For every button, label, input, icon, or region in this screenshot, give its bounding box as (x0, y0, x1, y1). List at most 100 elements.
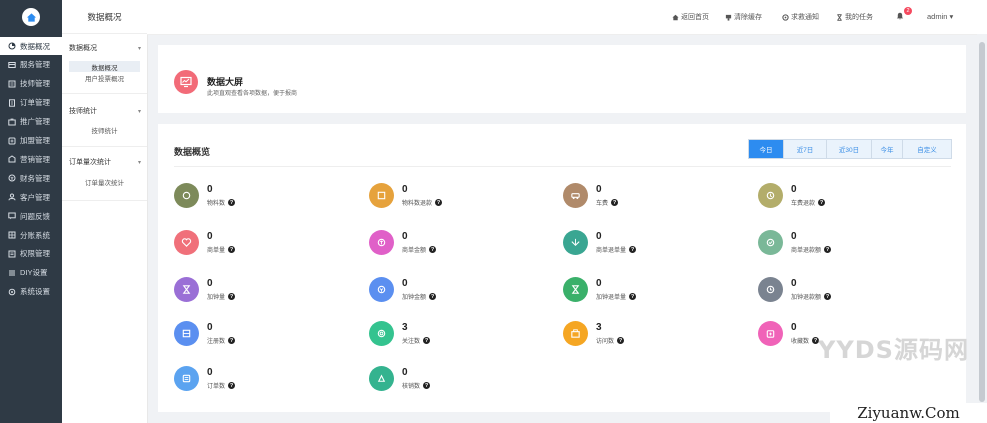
watermark-ziyuanw: Ziyuanw.Com (830, 403, 987, 423)
watermark-yyds: YYDS源码网 (818, 336, 969, 364)
big-screen-title[interactable]: 数据大屏 (207, 75, 243, 88)
stat-item: 0 商单金额? (369, 230, 519, 256)
stat-value: 0 (207, 184, 213, 195)
stat-value: 0 (596, 184, 602, 195)
stat-label: 商单金额? (402, 245, 437, 254)
sidebar-item-9[interactable]: 客户管理 (0, 188, 62, 206)
sidebar-item-11[interactable]: 分账系统 (0, 226, 62, 244)
subnav-divider (62, 200, 147, 201)
sidebar-item-12[interactable]: 权限管理 (0, 245, 62, 263)
task-link-label: 我的任务 (845, 14, 873, 21)
help-icon[interactable]: ? (228, 293, 236, 300)
subnav-item-user-vote[interactable]: 用户投票概况 (69, 72, 140, 83)
stat-label-text: 商单退款额 (791, 248, 822, 254)
overview-divider (174, 166, 951, 167)
stat-item: 0 物料数? (174, 183, 324, 209)
home-link[interactable]: 返回首页 (672, 12, 709, 22)
stat-value: 3 (402, 322, 408, 333)
sidebar-item-1[interactable]: 数据概况 (0, 37, 62, 55)
sidebar-item-2[interactable]: 服务管理 (0, 56, 62, 74)
help-icon[interactable]: ? (423, 337, 431, 344)
stat-label: 核销数? (402, 381, 431, 390)
car-refund-icon (758, 183, 783, 208)
tab-5[interactable]: 自定义 (903, 140, 951, 158)
big-screen-subtitle: 此项直观查看各项数据，便于报商 (207, 91, 298, 97)
tab-4[interactable]: 今年 (872, 140, 903, 158)
help-icon[interactable]: ? (228, 382, 236, 389)
stat-value: 0 (596, 231, 602, 242)
subnav-group-technician[interactable]: 技师统计 ▾ (69, 106, 141, 116)
refund-clock-icon (758, 277, 783, 302)
subnav-item-data-overview[interactable]: 数据概况 (69, 61, 140, 72)
tab-3[interactable]: 近30日 (827, 140, 872, 158)
stat-item: 0 加钟退款额? (758, 277, 908, 303)
stat-value: 0 (207, 231, 213, 242)
subnav-item-technician-stats[interactable]: 技师统计 (69, 124, 140, 135)
sidebar-item-14[interactable]: 系统设置 (0, 283, 62, 301)
alert-icon (782, 13, 789, 21)
help-icon[interactable]: ? (629, 246, 637, 253)
stat-label: 商单退款额? (791, 245, 832, 254)
help-icon[interactable]: ? (423, 382, 431, 389)
sidebar-item-5[interactable]: 推广管理 (0, 113, 62, 131)
help-icon[interactable]: ? (228, 337, 236, 344)
franchise-icon (8, 137, 16, 145)
stat-value: 0 (402, 184, 408, 195)
favorite-icon (758, 321, 783, 346)
sidebar-item-3[interactable]: 技师管理 (0, 75, 62, 93)
scrollbar-thumb[interactable] (979, 42, 985, 402)
clear-cache-link[interactable]: 清除缓存 (725, 12, 762, 22)
help-icon[interactable]: ? (818, 199, 826, 206)
sidebar-item-10[interactable]: 问题反馈 (0, 207, 62, 225)
coin-icon (174, 183, 199, 208)
task-link[interactable]: 我的任务 (836, 12, 873, 22)
refund-icon (369, 183, 394, 208)
help-icon[interactable]: ? (429, 293, 437, 300)
tab-2[interactable]: 近7日 (784, 140, 827, 158)
subnav-group-order[interactable]: 订单量次统计 ▾ (69, 157, 141, 167)
help-icon[interactable]: ? (629, 293, 637, 300)
help-icon[interactable]: ? (435, 199, 443, 206)
subnav-item-order-stats[interactable]: 订单量次统计 (69, 176, 140, 187)
help-icon[interactable]: ? (429, 246, 437, 253)
stat-label: 车费? (596, 198, 619, 207)
sidebar-item-label: 技师管理 (20, 79, 50, 89)
stat-item: 3 关注数? (369, 321, 519, 347)
stat-item: 0 订单数? (174, 366, 324, 392)
sidebar-item-6[interactable]: 加盟管理 (0, 132, 62, 150)
help-icon[interactable]: ? (824, 246, 832, 253)
help-icon[interactable]: ? (228, 199, 236, 206)
stat-label: 商单退单量? (596, 245, 637, 254)
service-icon (8, 61, 16, 69)
sidebar-item-4[interactable]: 订单管理 (0, 94, 62, 112)
stat-label-text: 物料数 (207, 201, 226, 207)
stat-label-text: 加钟量 (207, 295, 226, 301)
sidebar-item-7[interactable]: 营销管理 (0, 150, 62, 168)
user-menu[interactable]: admin ▾ (927, 12, 953, 21)
sidebar-item-label: 财务管理 (20, 173, 50, 183)
amount-icon (369, 277, 394, 302)
help-icon[interactable]: ? (611, 199, 619, 206)
stat-label-text: 商单退单量 (596, 248, 627, 254)
alert-link[interactable]: 求救通知 (782, 12, 819, 22)
help-icon[interactable]: ? (228, 246, 236, 253)
logo[interactable] (22, 8, 40, 26)
help-icon[interactable]: ? (617, 337, 625, 344)
sidebar-item-13[interactable]: DIY设置 (0, 264, 62, 282)
bell-icon[interactable] (896, 12, 904, 20)
money-icon (369, 230, 394, 255)
tab-1[interactable]: 今日 (749, 140, 784, 158)
big-screen-card[interactable] (158, 45, 966, 113)
car-icon (563, 183, 588, 208)
stat-value: 0 (207, 278, 213, 289)
main-sidebar: 数据概况 服务管理技师管理订单管理推广管理加盟管理 营销管理财务管理客户管理 问题反馈… (0, 0, 62, 423)
stat-item: 0 车费? (563, 183, 713, 209)
help-icon[interactable]: ? (824, 293, 832, 300)
stat-value: 0 (596, 278, 602, 289)
sidebar-item-label: 推广管理 (20, 117, 50, 127)
sidebar-item-8[interactable]: 财务管理 (0, 169, 62, 187)
sidebar-item-label: 分账系统 (20, 230, 50, 240)
hourglass-return-icon (563, 277, 588, 302)
follow-icon (369, 321, 394, 346)
subnav-group-data[interactable]: 数据概况 ▾ (69, 43, 141, 53)
